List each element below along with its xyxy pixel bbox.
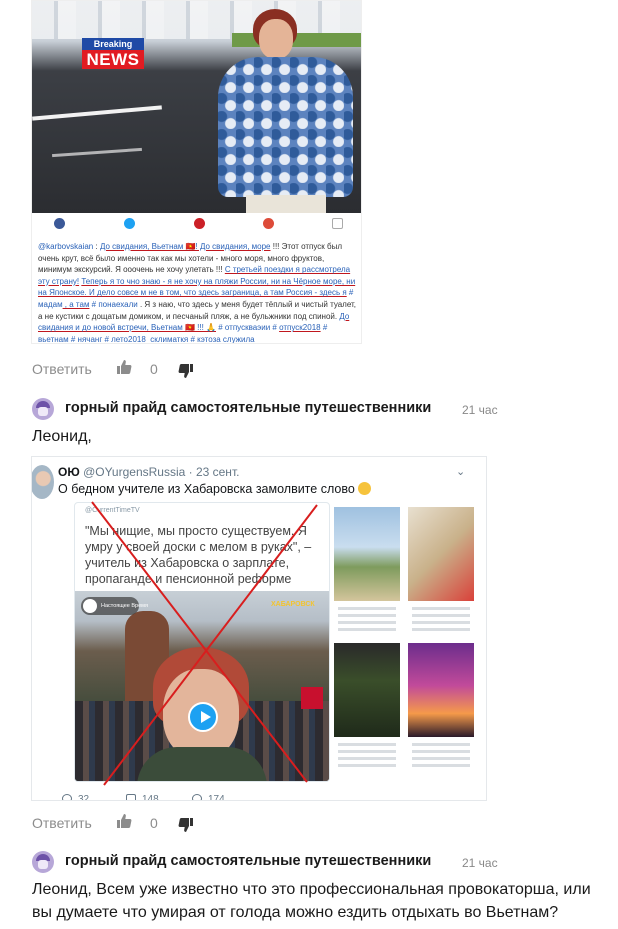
- caption-segment[interactable]: #: [321, 323, 327, 332]
- tweet-author-name: ОЮ: [58, 465, 80, 479]
- video-place-label: ХАБАРОВСК: [271, 601, 315, 608]
- caption-segment: , а там: [62, 299, 90, 309]
- emoji-icon: [357, 482, 371, 495]
- photo-woman-skirt: [246, 195, 326, 213]
- media-caption: [334, 603, 400, 638]
- chevron-down-icon: ⌄: [456, 466, 466, 478]
- media-thumb: [334, 507, 400, 601]
- photo-road-line: [32, 105, 162, 121]
- media-thumb: [334, 643, 400, 737]
- retweet-stat[interactable]: 148: [126, 794, 159, 801]
- news-photo: Breaking NEWS: [32, 1, 361, 213]
- caption-segment: Теперь я то чно знаю - я не хочу на пляж…: [38, 276, 356, 298]
- comment-author[interactable]: горный прайд самостоятельные путешествен…: [65, 400, 431, 416]
- tweet-text-line: О бедном учителе из Хабаровска замолвите…: [58, 482, 371, 496]
- caption-segment: вьетнам: [38, 334, 69, 344]
- comment-text: Леонид,: [32, 428, 92, 445]
- caption-segment[interactable]: # нячанг # лето2018_склиматкя # кэтоза с…: [69, 335, 255, 343]
- news-screenshot-image[interactable]: Breaking NEWS @karbovskaian : До свидани…: [31, 0, 362, 344]
- quote-source: @CurrentTimeTV: [85, 507, 140, 514]
- photo-road-line: [52, 147, 142, 158]
- reply-icon: [62, 794, 72, 800]
- share-icon[interactable]: [332, 218, 343, 229]
- share-bar: [32, 213, 361, 235]
- tweet-header: ОЮ @OYurgensRussia · 23 сент.: [58, 465, 239, 479]
- caption-segment[interactable]: @karbovskaian: [38, 242, 93, 251]
- tweet-media-grid: [334, 507, 484, 777]
- reply-count: 32: [78, 794, 90, 801]
- thumb-down-icon[interactable]: [178, 363, 194, 382]
- photo-woman-face: [259, 19, 293, 59]
- facebook-icon[interactable]: [54, 218, 65, 229]
- thumb-down-icon[interactable]: [178, 817, 194, 836]
- media-caption: [334, 739, 400, 774]
- reply-button[interactable]: Ответить: [32, 815, 92, 831]
- video-thumbnail: Настоящее Время ХАБАРОВСК: [75, 591, 329, 781]
- google-plus-icon[interactable]: [263, 218, 274, 229]
- caption-segment: отпуск2018: [279, 323, 321, 333]
- quoted-tweet-card: @CurrentTimeTV "Мы нищие, мы просто суще…: [74, 502, 330, 782]
- breaking-badge: Breaking: [82, 38, 144, 50]
- tweet-avatar: [32, 465, 54, 499]
- avatar-icon[interactable]: [32, 851, 54, 873]
- video-flag: [301, 687, 323, 709]
- video-woman-body: [137, 747, 267, 781]
- avatar-icon[interactable]: [32, 398, 54, 420]
- tweet-handle-date: @OYurgensRussia · 23 сент.: [83, 465, 240, 479]
- photo-woman: [218, 9, 353, 213]
- like-count: 0: [150, 815, 158, 831]
- thumb-up-icon[interactable]: [116, 813, 132, 832]
- comment-author[interactable]: горный прайд самостоятельные путешествен…: [65, 853, 431, 869]
- media-caption: [408, 739, 474, 774]
- avatar-face: [38, 407, 48, 416]
- news-badge: NEWS: [82, 50, 144, 69]
- comment-text: Леонид, Всем уже известно что это профес…: [32, 881, 591, 921]
- like-stat-count: 174: [208, 794, 225, 801]
- quote-text: "Мы нищие, мы просто существуем. Я умру …: [85, 524, 312, 586]
- media-thumb: [408, 643, 474, 737]
- media-caption: [408, 603, 474, 638]
- play-icon: [188, 702, 218, 732]
- media-thumb: [408, 507, 474, 601]
- retweet-icon: [126, 794, 136, 800]
- comment-time: 21 час: [462, 856, 498, 870]
- tweet-text: О бедном учителе из Хабаровска замолвите…: [58, 482, 355, 496]
- heart-icon: [192, 794, 202, 800]
- twitter-icon[interactable]: [124, 218, 135, 229]
- pinterest-icon[interactable]: [194, 218, 205, 229]
- photo-woman-blouse: [218, 57, 353, 197]
- tweet-stats: 32 148 174: [62, 794, 312, 801]
- retweet-count: 148: [142, 794, 159, 801]
- caption-segment[interactable]: # отпускваэии #: [216, 323, 279, 332]
- comment-time: 21 час: [462, 403, 498, 417]
- news-caption: @karbovskaian : До свидания, Вьетнам 🇻🇳!…: [38, 241, 360, 344]
- caption-segment: :: [93, 242, 100, 251]
- tweet-screenshot-image[interactable]: ОЮ @OYurgensRussia · 23 сент. ⌄ О бедном…: [31, 456, 487, 801]
- channel-logo: Настоящее Время: [81, 597, 148, 615]
- caption-segment: До свидания, Вьетнам 🇻🇳! До свидания, мо…: [99, 242, 271, 251]
- reply-button[interactable]: Ответить: [32, 361, 92, 377]
- reply-stat[interactable]: 32: [62, 794, 90, 801]
- like-stat[interactable]: 174: [192, 794, 225, 801]
- like-count: 0: [150, 361, 158, 377]
- thumb-up-icon[interactable]: [116, 359, 132, 378]
- avatar-face: [38, 860, 48, 869]
- caption-segment[interactable]: # понаехали: [89, 300, 138, 309]
